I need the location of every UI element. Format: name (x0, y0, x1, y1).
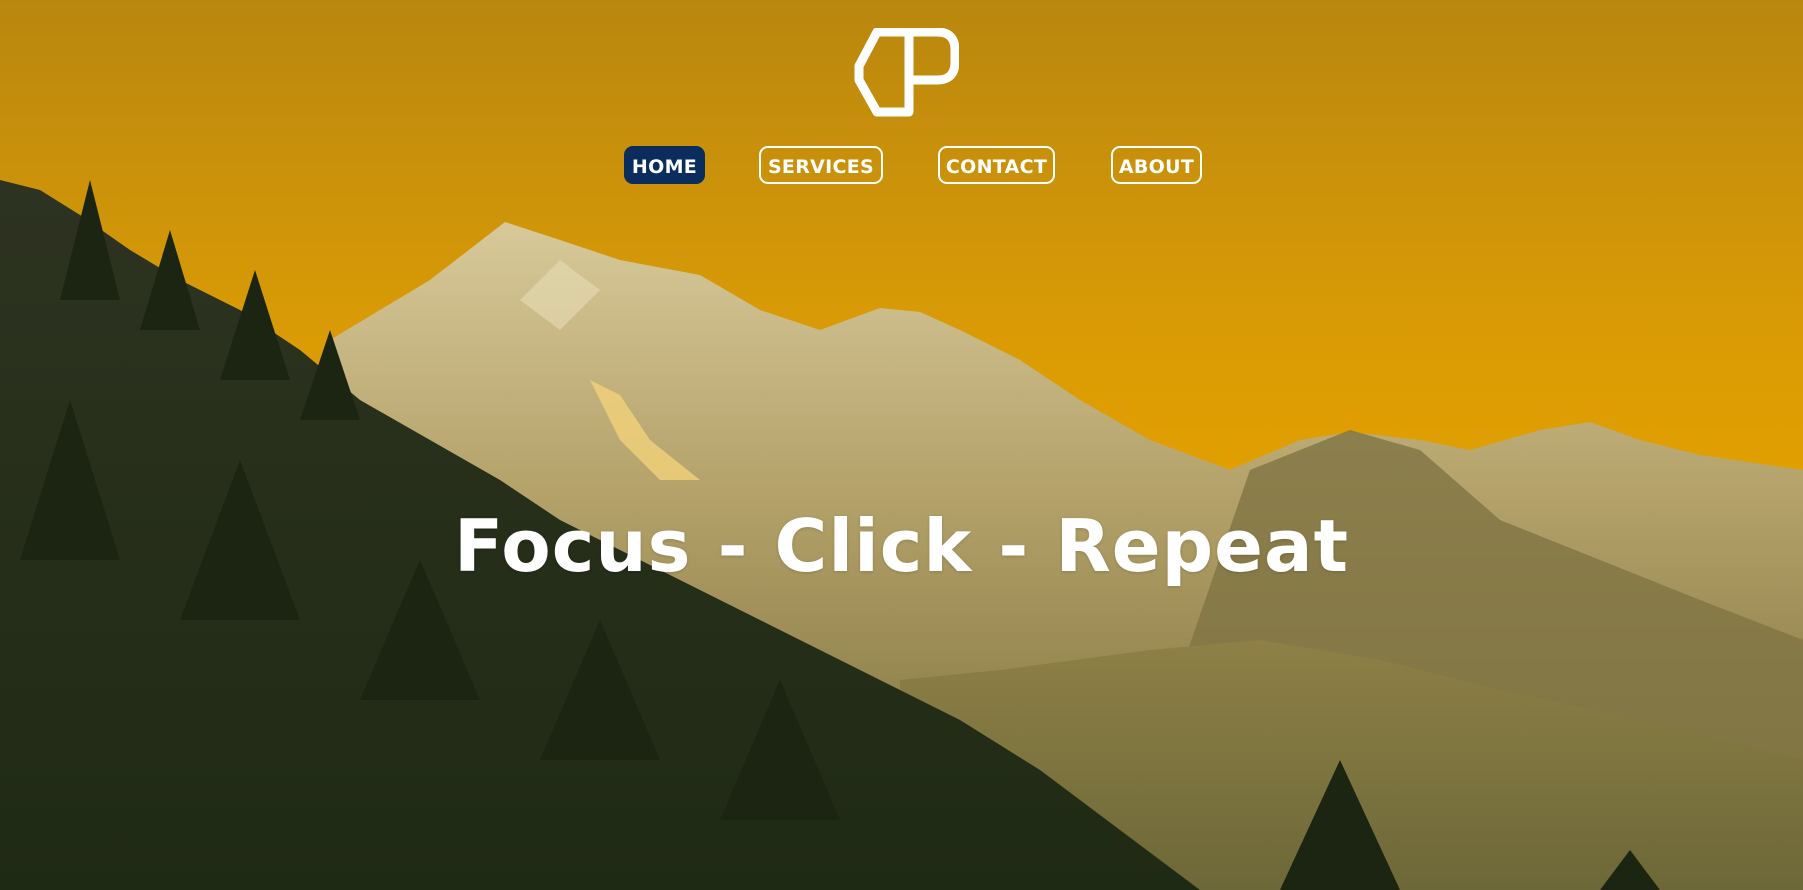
mountain-forest-background-image (0, 0, 1803, 890)
nav-services-link[interactable]: SERVICES (759, 146, 883, 184)
nav-about-link[interactable]: ABOUT (1111, 146, 1202, 184)
nav-contact-link[interactable]: CONTACT (938, 146, 1055, 184)
main-navigation: HOME SERVICES CONTACT ABOUT (0, 146, 1803, 188)
hero-section: HOME SERVICES CONTACT ABOUT Focus - Clic… (0, 0, 1803, 890)
hero-headline: Focus - Click - Repeat (454, 504, 1349, 589)
nav-home-link[interactable]: HOME (624, 146, 705, 184)
cp-logo-icon[interactable] (853, 28, 959, 118)
